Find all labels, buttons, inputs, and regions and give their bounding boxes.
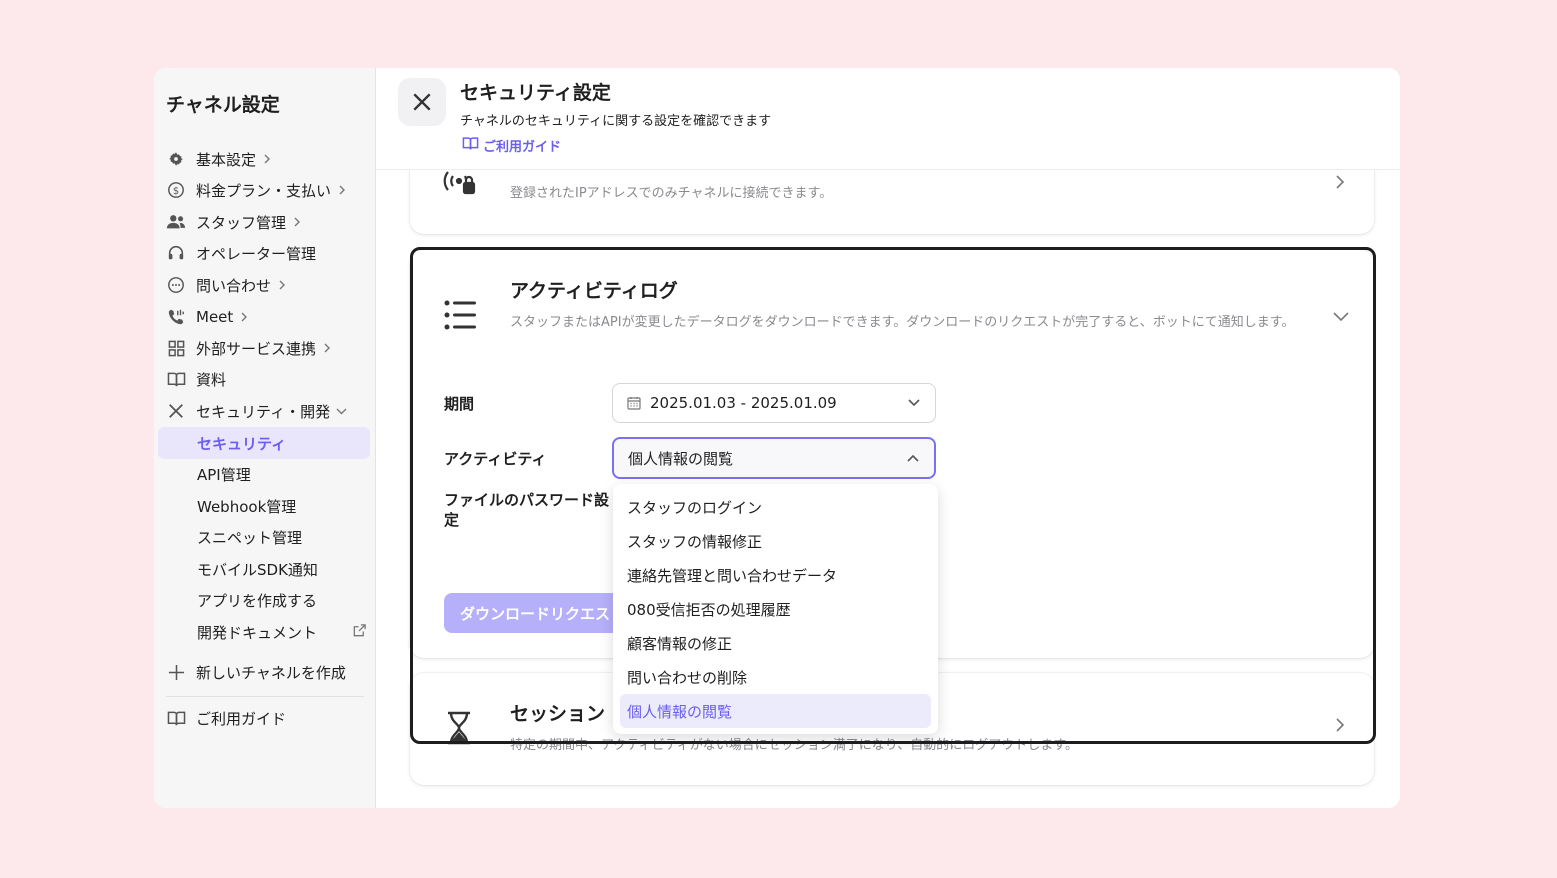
session-title: セッション bbox=[510, 703, 606, 725]
sidebar-item-staff[interactable]: スタッフ管理 bbox=[166, 208, 302, 236]
sidebar-item-label: 問い合わせ bbox=[196, 276, 272, 295]
chevron-down-icon bbox=[336, 406, 347, 416]
sidebar-subitem-dev-docs[interactable]: 開発ドキュメント bbox=[197, 618, 367, 646]
wireless-lock-icon bbox=[442, 168, 478, 200]
plus-icon bbox=[166, 662, 186, 682]
sidebar-subitem-label: API管理 bbox=[197, 465, 251, 484]
sidebar-divider bbox=[166, 696, 364, 697]
chevron-down-icon[interactable] bbox=[1332, 308, 1350, 327]
sidebar-subitem-mobile-sdk[interactable]: モバイルSDK通知 bbox=[197, 555, 318, 583]
external-link-icon bbox=[352, 623, 367, 642]
chevron-right-icon bbox=[239, 312, 249, 322]
sidebar-item-docs[interactable]: 資料 bbox=[166, 365, 226, 393]
period-select[interactable]: 2025.01.03 - 2025.01.09 bbox=[612, 383, 936, 423]
dropdown-option[interactable]: 顧客情報の修正 bbox=[613, 626, 931, 660]
sidebar-item-security-dev[interactable]: セキュリティ・開発 bbox=[166, 397, 347, 425]
sidebar-subitem-label: スニペット管理 bbox=[197, 528, 303, 547]
ip-card-description: 登録されたIPアドレスでのみチャネルに接続できます。 bbox=[510, 186, 833, 201]
sidebar-subitem-label: Webhook管理 bbox=[197, 497, 297, 516]
phone-icon bbox=[166, 307, 186, 327]
dropdown-option[interactable]: スタッフのログイン bbox=[613, 490, 931, 524]
grid-icon bbox=[166, 338, 186, 358]
book-icon bbox=[462, 136, 479, 155]
sidebar-item-billing[interactable]: $ 料金プラン・支払い bbox=[166, 176, 347, 204]
sidebar-item-basic[interactable]: 基本設定 bbox=[166, 145, 272, 173]
sidebar-item-label: スタッフ管理 bbox=[196, 213, 287, 232]
page-header: セキュリティ設定 チャネルのセキュリティに関する設定を確認できます ご利用ガイド bbox=[376, 68, 1400, 170]
dropdown-option[interactable]: 080受信拒否の処理履歴 bbox=[613, 592, 931, 626]
sidebar-item-label: 料金プラン・支払い bbox=[196, 181, 332, 200]
sidebar-subitem-api[interactable]: API管理 bbox=[197, 460, 251, 488]
sidebar-guide[interactable]: ご利用ガイド bbox=[166, 704, 286, 732]
tools-icon bbox=[398, 78, 446, 126]
sidebar-new-channel-label: 新しいチャネルを作成 bbox=[196, 663, 346, 682]
sidebar-item-label: Meet bbox=[196, 308, 234, 326]
dropdown-option[interactable]: 連絡先管理と問い合わせデータ bbox=[613, 558, 931, 592]
chevron-up-icon bbox=[906, 453, 920, 463]
sidebar-item-integrations[interactable]: 外部サービス連携 bbox=[166, 334, 332, 362]
dropdown-option[interactable]: 問い合わせの削除 bbox=[613, 660, 931, 694]
sidebar-subitem-create-app[interactable]: アプリを作成する bbox=[197, 586, 317, 614]
sidebar-item-label: セキュリティ・開発 bbox=[196, 402, 331, 421]
calendar-icon bbox=[627, 396, 641, 410]
hourglass-icon bbox=[446, 711, 472, 749]
sidebar-subitem-label: 開発ドキュメント bbox=[197, 623, 318, 642]
dropdown-option[interactable]: スタッフの情報修正 bbox=[613, 524, 931, 558]
sidebar-item-meet[interactable]: Meet bbox=[166, 303, 249, 331]
page-subtitle: チャネルのセキュリティに関する設定を確認できます bbox=[460, 114, 772, 129]
activity-label: アクティビティ bbox=[444, 450, 547, 468]
period-label: 期間 bbox=[444, 395, 475, 413]
headset-icon bbox=[166, 243, 186, 263]
sidebar-subitem-label: アプリを作成する bbox=[197, 591, 318, 610]
sidebar-subitem-snippet[interactable]: スニペット管理 bbox=[197, 523, 302, 551]
sidebar-subitem-label: セキュリティ bbox=[197, 434, 287, 453]
chevron-right-icon bbox=[1335, 174, 1345, 194]
session-description: 特定の期間中、アクティビティがない場合にセッション満了になり、自動的にログアウト… bbox=[510, 738, 1078, 753]
gear-icon bbox=[166, 149, 186, 169]
activity-value: 個人情報の閲覧 bbox=[628, 449, 734, 468]
sidebar-new-channel[interactable]: 新しいチャネルを作成 bbox=[166, 658, 346, 686]
chevron-right-icon bbox=[262, 154, 272, 164]
guide-link-label: ご利用ガイド bbox=[483, 140, 562, 155]
chevron-right-icon bbox=[292, 217, 302, 227]
sidebar-item-label: 外部サービス連携 bbox=[196, 339, 317, 358]
chevron-down-icon bbox=[907, 398, 921, 408]
download-request-button[interactable]: ダウンロードリクエスト bbox=[444, 593, 634, 633]
book-icon bbox=[166, 369, 186, 389]
activity-dropdown: スタッフのログイン スタッフの情報修正 連絡先管理と問い合わせデータ 080受信… bbox=[613, 484, 938, 734]
chevron-right-icon bbox=[277, 280, 287, 290]
file-password-label: ファイルのパスワード設定 bbox=[444, 491, 610, 529]
sidebar-item-label: オペレーター管理 bbox=[196, 244, 317, 263]
period-value: 2025.01.03 - 2025.01.09 bbox=[650, 394, 837, 412]
chevron-right-icon bbox=[337, 185, 347, 195]
chevron-right-icon bbox=[322, 343, 332, 353]
sidebar-item-label: 基本設定 bbox=[196, 150, 257, 169]
sidebar-item-label: 資料 bbox=[196, 370, 227, 389]
chevron-right-icon bbox=[1335, 717, 1345, 737]
sidebar-item-inquiry[interactable]: 問い合わせ bbox=[166, 271, 287, 299]
chat-icon bbox=[166, 275, 186, 295]
activity-select[interactable]: 個人情報の閲覧 bbox=[612, 437, 936, 479]
tools-icon bbox=[166, 401, 186, 421]
people-icon bbox=[166, 212, 186, 232]
book-icon bbox=[166, 708, 186, 728]
sidebar-subitem-security[interactable]: セキュリティ bbox=[158, 427, 370, 459]
list-icon bbox=[444, 300, 476, 334]
guide-link[interactable]: ご利用ガイド bbox=[462, 136, 561, 155]
sidebar-subitem-label: モバイルSDK通知 bbox=[197, 560, 318, 579]
dropdown-option-selected[interactable]: 個人情報の閲覧 bbox=[620, 694, 931, 728]
dollar-icon: $ bbox=[166, 180, 186, 200]
page-title: セキュリティ設定 bbox=[460, 82, 611, 104]
activity-log-title: アクティビティログ bbox=[510, 280, 678, 302]
activity-log-description: スタッフまたはAPIが変更したデータログをダウンロードできます。ダウンロードのリ… bbox=[510, 315, 1295, 330]
sidebar-item-operator[interactable]: オペレーター管理 bbox=[166, 239, 316, 267]
sidebar-title: チャネル設定 bbox=[166, 94, 280, 116]
sidebar-subitem-webhook[interactable]: Webhook管理 bbox=[197, 492, 296, 520]
sidebar: チャネル設定 基本設定 $ 料金プラン・支払い スタッフ管理 オペレーター管理 … bbox=[154, 68, 376, 808]
svg-text:$: $ bbox=[173, 186, 179, 197]
sidebar-guide-label: ご利用ガイド bbox=[196, 709, 287, 728]
